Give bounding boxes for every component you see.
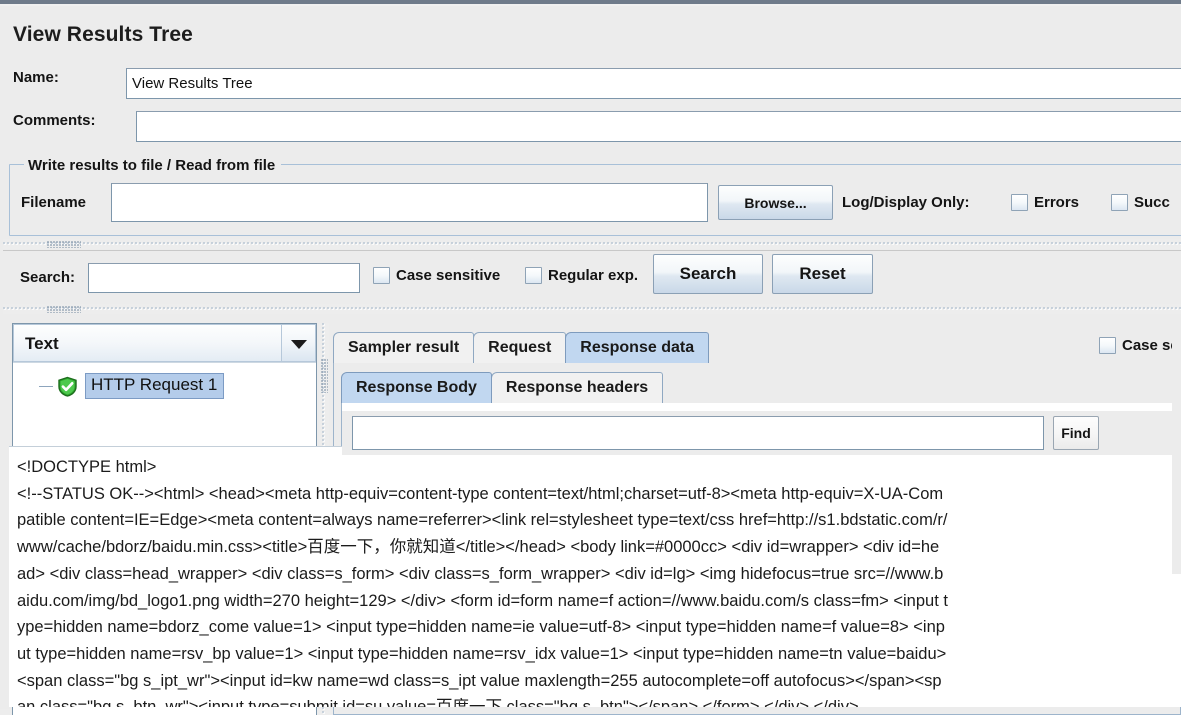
tree-handle-line-icon: [39, 385, 53, 387]
tree-node-label: HTTP Request 1: [85, 373, 225, 399]
chevron-down-icon[interactable]: [281, 325, 315, 361]
tree-node-http-request-1[interactable]: HTTP Request 1: [13, 373, 225, 399]
response-body-text[interactable]: <!DOCTYPE html> <!--STATUS OK--><html> <h…: [9, 446, 1181, 707]
case-sensitive-label: Case sensitive: [396, 267, 501, 284]
horizontal-split-divider-bottom[interactable]: [3, 304, 1181, 314]
split-grip-icon: [47, 241, 81, 248]
comments-label: Comments:: [13, 112, 96, 129]
find-bar: Find: [342, 411, 1181, 455]
browse-button[interactable]: Browse...: [718, 185, 833, 220]
successes-checkbox[interactable]: [1111, 194, 1128, 211]
tab-response-body[interactable]: Response Body: [341, 372, 492, 403]
horizontal-split-divider-top[interactable]: [3, 239, 1181, 249]
search-input[interactable]: [88, 263, 360, 293]
tab-response-body-label: Response Body: [356, 379, 477, 396]
tab-sampler-result-label: Sampler result: [348, 339, 460, 356]
chevron-down-glyph: [291, 340, 307, 349]
regular-exp-label: Regular exp.: [548, 267, 639, 284]
errors-checkbox-label: Errors: [1034, 194, 1080, 211]
search-button[interactable]: Search: [653, 254, 763, 294]
errors-checkbox[interactable]: [1011, 194, 1028, 211]
split-grip-icon: [321, 359, 328, 393]
renderer-select-value: Text: [25, 334, 59, 353]
regular-exp-checkbox[interactable]: [525, 267, 542, 284]
inner-tab-bar: Response Body Response headers: [341, 372, 664, 403]
split-grip-icon: [47, 306, 81, 313]
name-input[interactable]: [126, 68, 1181, 99]
green-shield-check-icon: [57, 376, 78, 397]
filename-label: Filename: [21, 194, 87, 211]
response-body-line: ype=hidden name=bdorz_come value=1> <inp…: [17, 618, 945, 637]
search-label: Search:: [20, 269, 76, 286]
tab-response-headers-label: Response headers: [505, 379, 649, 396]
response-body-line: ad> <div class=head_wrapper> <div class=…: [17, 564, 944, 583]
response-body-line: an class="bg s_btn_wr"><input type=submi…: [17, 699, 859, 707]
tab-sampler-result[interactable]: Sampler result: [333, 332, 475, 363]
log-display-only-label: Log/Display Only:: [842, 194, 970, 211]
find-button[interactable]: Find: [1053, 416, 1099, 450]
successes-checkbox-label: Succ: [1134, 194, 1170, 211]
tab-response-data[interactable]: Response data: [565, 332, 710, 363]
tree-expand-handle[interactable]: [35, 385, 57, 387]
reset-button[interactable]: Reset: [772, 254, 873, 294]
tab-response-headers[interactable]: Response headers: [490, 372, 664, 403]
name-label: Name:: [13, 69, 59, 86]
filename-input[interactable]: [111, 183, 708, 222]
comments-input[interactable]: [136, 111, 1181, 142]
response-body-line: <!--STATUS OK--><html> <head><meta http-…: [17, 484, 944, 503]
tab-request-label: Request: [488, 339, 552, 356]
response-body-line: aidu.com/img/bd_logo1.png width=270 heig…: [17, 591, 948, 610]
response-body-line: ut type=hidden name=rsv_bp value=1> <inp…: [17, 644, 947, 663]
view-results-tree-panel: View Results Tree Name: Comments: Write …: [0, 6, 1181, 715]
find-case-sensitive-checkbox[interactable]: [1099, 337, 1116, 354]
tab-response-data-label: Response data: [580, 339, 695, 356]
response-body-line: <!DOCTYPE html>: [17, 458, 157, 476]
response-body-line: www/cache/bdorz/baidu.min.css><title>百度一…: [17, 538, 940, 557]
response-body-line: <span class="bg s_ipt_wr"><input id=kw n…: [17, 671, 942, 690]
write-results-group-title: Write results to file / Read from file: [24, 157, 282, 174]
page-title: View Results Tree: [13, 23, 193, 46]
tab-request[interactable]: Request: [473, 332, 567, 363]
response-body-line: patible content=IE=Edge><meta content=al…: [17, 511, 948, 530]
case-sensitive-checkbox[interactable]: [373, 267, 390, 284]
find-input[interactable]: [352, 416, 1044, 450]
outer-tab-bar: Sampler result Request Response data: [333, 332, 710, 363]
results-area: Text HTTP Request 1 Sampler result Reque…: [0, 314, 1181, 715]
renderer-select[interactable]: Text: [13, 324, 316, 362]
